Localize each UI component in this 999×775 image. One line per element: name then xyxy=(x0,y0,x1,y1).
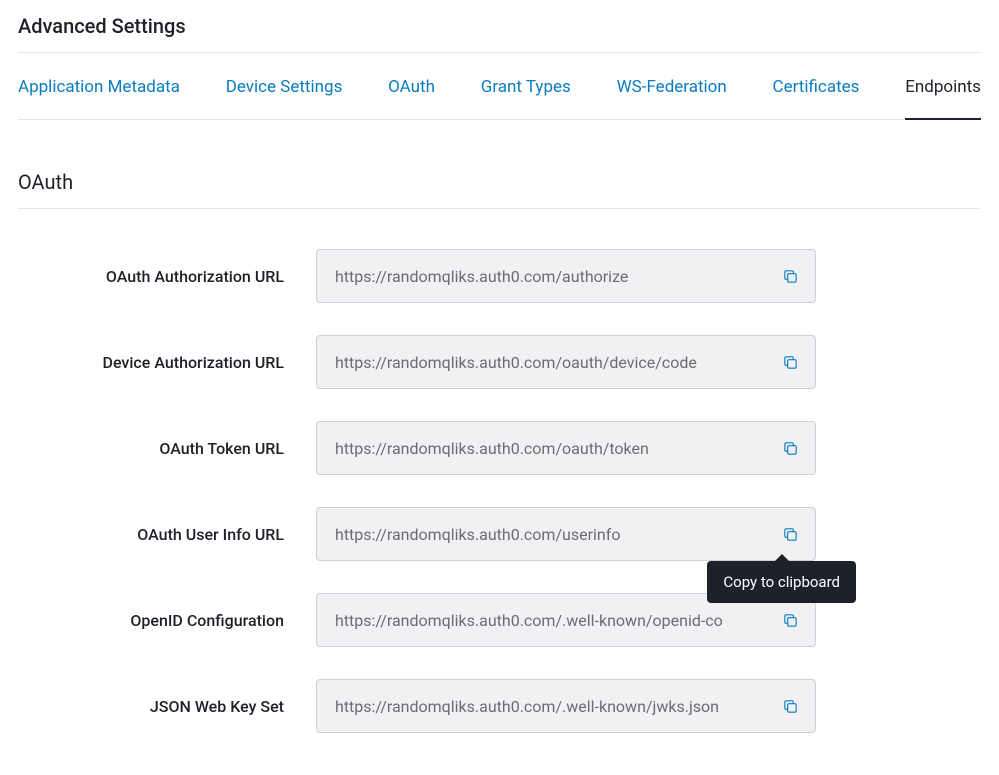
copy-icon xyxy=(782,612,799,629)
label-oauth-token-url: OAuth Token URL xyxy=(18,439,316,458)
copy-icon xyxy=(782,354,799,371)
copy-icon xyxy=(782,268,799,285)
tab-ws-federation[interactable]: WS-Federation xyxy=(617,53,727,119)
control-jwks xyxy=(316,679,816,733)
form-row-oauth-authorization-url: OAuth Authorization URL xyxy=(18,249,981,303)
copy-button[interactable] xyxy=(776,520,804,548)
input-oauth-authorization-url[interactable] xyxy=(316,249,816,303)
form-area: OAuth Authorization URL Device Authoriza… xyxy=(18,209,981,733)
copy-button[interactable] xyxy=(776,692,804,720)
advanced-settings-title: Advanced Settings xyxy=(18,10,981,52)
label-device-authorization-url: Device Authorization URL xyxy=(18,353,316,372)
oauth-section-title: OAuth xyxy=(18,120,981,209)
control-oauth-token-url xyxy=(316,421,816,475)
copy-icon xyxy=(782,526,799,543)
tab-application-metadata[interactable]: Application Metadata xyxy=(18,53,180,119)
form-row-oauth-token-url: OAuth Token URL xyxy=(18,421,981,475)
label-oauth-userinfo-url: OAuth User Info URL xyxy=(18,525,316,544)
tab-certificates[interactable]: Certificates xyxy=(773,53,860,119)
form-row-jwks: JSON Web Key Set xyxy=(18,679,981,733)
copy-button[interactable] xyxy=(776,262,804,290)
tabs-bar: Application Metadata Device Settings OAu… xyxy=(18,53,981,120)
copy-button[interactable] xyxy=(776,606,804,634)
tab-grant-types[interactable]: Grant Types xyxy=(481,53,571,119)
tab-oauth[interactable]: OAuth xyxy=(388,53,435,119)
copy-icon xyxy=(782,698,799,715)
input-oauth-userinfo-url[interactable] xyxy=(316,507,816,561)
copy-tooltip: Copy to clipboard xyxy=(707,561,856,603)
label-jwks: JSON Web Key Set xyxy=(18,697,316,716)
control-oauth-authorization-url xyxy=(316,249,816,303)
label-openid-configuration: OpenID Configuration xyxy=(18,611,316,630)
form-row-device-authorization-url: Device Authorization URL xyxy=(18,335,981,389)
copy-button[interactable] xyxy=(776,434,804,462)
copy-button[interactable] xyxy=(776,348,804,376)
tab-endpoints[interactable]: Endpoints xyxy=(905,53,981,119)
input-jwks[interactable] xyxy=(316,679,816,733)
tab-device-settings[interactable]: Device Settings xyxy=(226,53,343,119)
input-device-authorization-url[interactable] xyxy=(316,335,816,389)
control-oauth-userinfo-url: Copy to clipboard xyxy=(316,507,816,561)
copy-icon xyxy=(782,440,799,457)
form-row-oauth-userinfo-url: OAuth User Info URL Copy to clipboard xyxy=(18,507,981,561)
label-oauth-authorization-url: OAuth Authorization URL xyxy=(18,267,316,286)
control-device-authorization-url xyxy=(316,335,816,389)
input-oauth-token-url[interactable] xyxy=(316,421,816,475)
